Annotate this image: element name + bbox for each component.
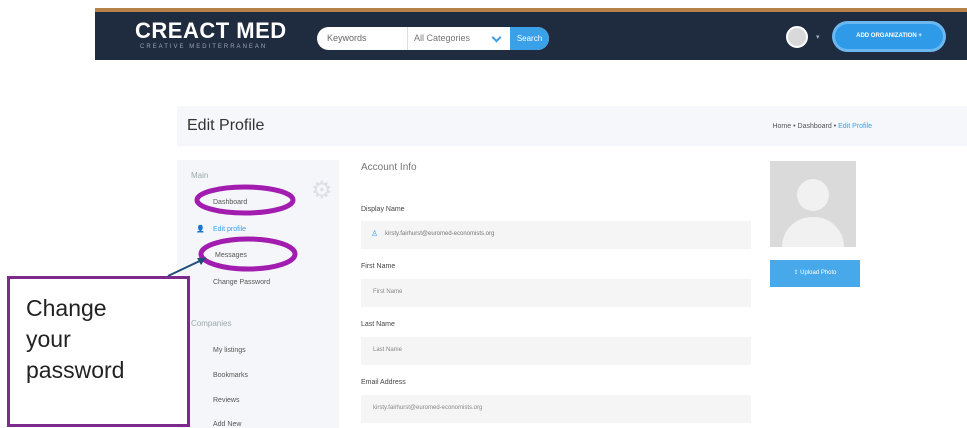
first-name-label: First Name	[361, 263, 396, 270]
display-name-value: kirsty.fairhurst@euromed-economists.org	[385, 231, 495, 237]
last-name-field[interactable]: Last Name	[361, 337, 751, 365]
search-button[interactable]: Search	[510, 27, 549, 50]
sidebar-item-edit-profile[interactable]: Edit profile	[213, 226, 246, 233]
user-icon: 👤	[196, 226, 205, 233]
first-name-field[interactable]: First Name	[361, 279, 751, 307]
sidebar-item-messages[interactable]: Messages	[215, 252, 247, 259]
account-info-heading: Account Info	[361, 162, 417, 173]
avatar-head	[797, 179, 829, 211]
email-label: Email Address	[361, 379, 406, 386]
callout-text: Change your password	[26, 295, 125, 383]
profile-photo-placeholder	[770, 161, 856, 247]
upload-photo-label: Upload Photo	[800, 270, 837, 276]
page-title: Edit Profile	[187, 117, 265, 134]
breadcrumb-current: Edit Profile	[838, 123, 872, 130]
first-name-placeholder: First Name	[373, 289, 403, 295]
breadcrumb-home[interactable]: Home	[772, 123, 791, 130]
chevron-down-icon[interactable]	[491, 32, 502, 43]
logo-subtitle: CREATIVE MEDITERRANEAN	[140, 44, 268, 50]
sidebar-heading-companies: Companies	[191, 319, 232, 328]
email-value: kirsty.fairhurst@euromed-economists.org	[373, 405, 483, 411]
search-divider	[407, 27, 408, 50]
callout-box: Change your password	[7, 276, 190, 427]
sidebar-item-add-new[interactable]: Add New	[213, 421, 241, 428]
gear-icon: ⚙	[311, 177, 333, 204]
sidebar-item-change-password[interactable]: Change Password	[213, 279, 270, 286]
display-name-field[interactable]: ♙ kirsty.fairhurst@euromed-economists.or…	[361, 221, 751, 249]
sidebar-item-reviews[interactable]: Reviews	[213, 397, 239, 404]
breadcrumb-dashboard[interactable]: Dashboard	[798, 123, 832, 130]
category-select[interactable]: All Categories	[414, 33, 470, 43]
keywords-input[interactable]: Keywords	[327, 33, 367, 43]
display-name-label: Display Name	[361, 206, 405, 213]
sidebar-item-my-listings[interactable]: My listings	[213, 347, 246, 354]
logo[interactable]: CREACT MED	[135, 18, 287, 44]
avatar-body	[782, 217, 844, 247]
sidebar-item-dashboard[interactable]: Dashboard	[213, 199, 247, 206]
email-field[interactable]: kirsty.fairhurst@euromed-economists.org	[361, 395, 751, 423]
last-name-label: Last Name	[361, 321, 395, 328]
breadcrumb: Home • Dashboard • Edit Profile	[772, 123, 872, 130]
avatar[interactable]	[786, 26, 808, 48]
caret-down-icon[interactable]: ▾	[816, 33, 820, 41]
sidebar-item-bookmarks[interactable]: Bookmarks	[213, 372, 248, 379]
user-icon: ♙	[371, 229, 379, 238]
last-name-placeholder: Last Name	[373, 347, 403, 353]
add-organization-button[interactable]: ADD ORGANIZATION +	[835, 24, 943, 49]
search-bar: Keywords All Categories Search	[317, 27, 549, 50]
upload-photo-button[interactable]: ⇪ Upload Photo	[770, 260, 860, 287]
sidebar-heading-main: Main	[191, 171, 209, 180]
